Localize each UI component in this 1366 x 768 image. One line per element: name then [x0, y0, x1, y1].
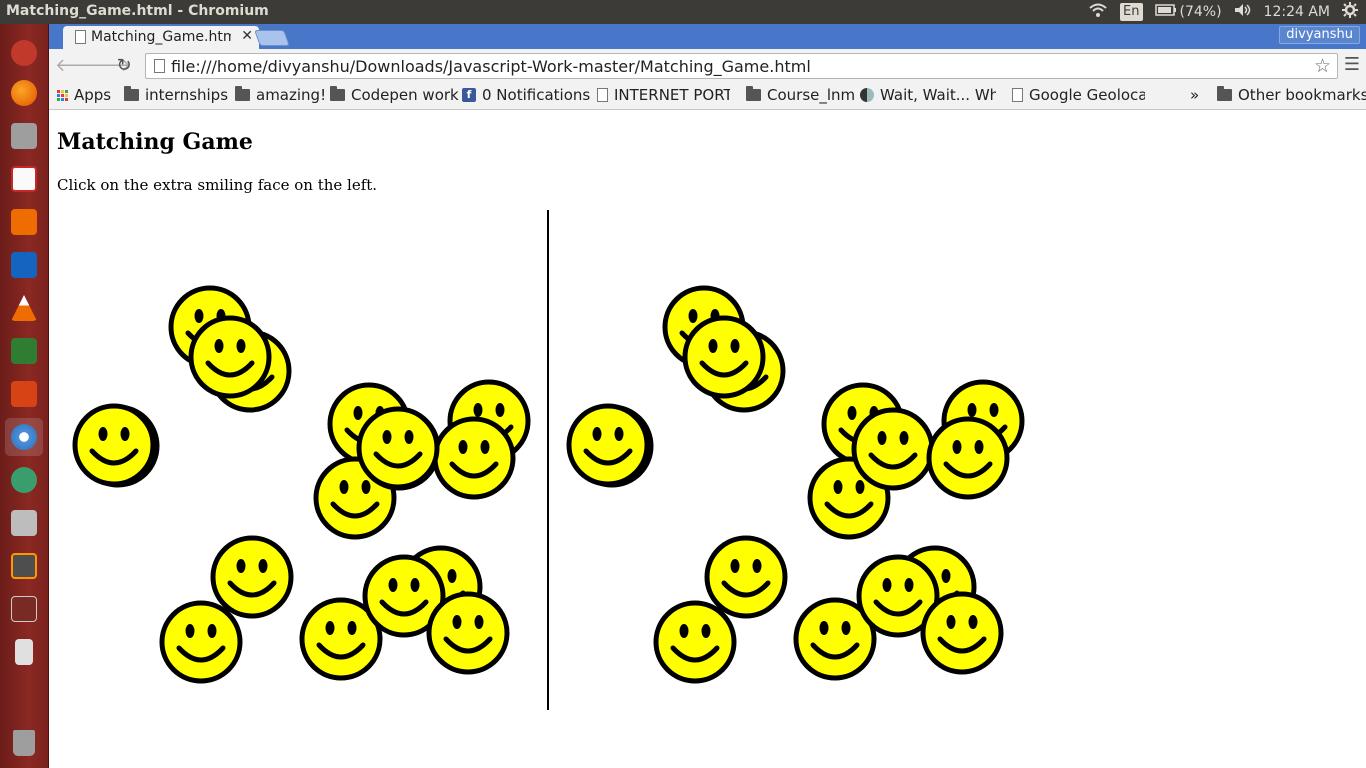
folder-icon [235, 86, 250, 101]
system-indicators: En (74%) 12:24 AM [1088, 2, 1358, 22]
right-side-panel [549, 210, 1049, 710]
page-title: Matching Game [57, 129, 253, 155]
bookmark-label: amazing! [256, 86, 327, 104]
smiley-face[interactable] [72, 403, 156, 487]
bookmark-wait-wait[interactable]: Wait, Wait... Wha [860, 86, 996, 104]
folder-icon [330, 86, 345, 101]
instructions: Click on the extra smiling face on the l… [57, 176, 378, 194]
text-editor-icon[interactable] [5, 160, 43, 198]
bookmark-label: Codepen work [351, 86, 459, 104]
back-arrow-icon[interactable]: 🡐 [55, 55, 103, 77]
smiley-face [682, 315, 766, 399]
new-tab-button[interactable] [254, 30, 290, 46]
address-bar[interactable]: file:///home/divyanshu/Downloads/Javascr… [145, 53, 1338, 79]
trash-icon[interactable] [5, 724, 43, 762]
window-title: Matching_Game.html - Chromium [6, 3, 269, 19]
clock[interactable]: 12:24 AM [1264, 4, 1330, 20]
smiley-face[interactable] [432, 416, 516, 500]
smiley-face[interactable] [188, 315, 272, 399]
smiley-face [653, 600, 737, 684]
site-icon [860, 88, 874, 102]
bookmark-codepen-work[interactable]: Codepen work [330, 86, 459, 104]
wifi-icon[interactable] [1088, 2, 1108, 22]
vlc-icon[interactable] [5, 289, 43, 327]
reload-icon[interactable]: ↻ [113, 55, 135, 77]
bookmarks-bar: Apps internships amazing! Codepen work f… [49, 82, 1366, 110]
smiley-face[interactable] [426, 591, 510, 675]
other-bookmarks[interactable]: Other bookmarks [1217, 86, 1366, 104]
folder-icon [746, 86, 761, 101]
battery-icon [1154, 4, 1177, 20]
page-icon [597, 88, 608, 102]
keyboard-layout-indicator[interactable]: En [1120, 3, 1143, 21]
bookmark-internships[interactable]: internships [124, 86, 228, 104]
bookmarks-overflow-chevron[interactable]: » [1190, 86, 1199, 104]
smiley-face [851, 407, 935, 491]
browser-toolbar: 🡐 🡒 ↻ file:///home/divyanshu/Downloads/J… [49, 49, 1366, 82]
left-side-panel [49, 210, 549, 710]
close-tab-icon[interactable]: ✕ [241, 28, 253, 44]
bookmark-label: Wait, Wait... Wha [880, 86, 996, 104]
bookmark-internet-portal[interactable]: INTERNET PORTA [597, 86, 730, 104]
bookmark-label: internships [145, 86, 229, 104]
bookmark-label: 0 Notifications [482, 86, 591, 104]
file-manager-icon[interactable] [5, 117, 43, 155]
page-icon [1012, 88, 1023, 102]
bookmark-course-lnm[interactable]: Course_lnm [746, 86, 855, 104]
bookmark-notifications[interactable]: f 0 Notifications [462, 86, 590, 104]
apps-grid-icon [57, 89, 68, 101]
firefox-icon[interactable] [5, 74, 43, 112]
bookmark-amazing[interactable]: amazing! [235, 86, 326, 104]
ubuntu-dash-icon[interactable] [5, 34, 43, 72]
battery-indicator[interactable]: (74%) [1154, 4, 1222, 20]
bookmark-star-icon[interactable]: ☆ [1314, 55, 1331, 77]
page-content: Matching Game Click on the extra smiling… [49, 110, 1366, 768]
bookmark-google-geolocation[interactable]: Google Geolocati [1012, 86, 1145, 104]
software-center-icon[interactable] [5, 203, 43, 241]
smiley-face [926, 416, 1010, 500]
bookmark-label: Course_lnm [767, 86, 856, 104]
document-icon [75, 30, 86, 44]
url-text: file:///home/divyanshu/Downloads/Javascr… [171, 57, 811, 76]
bookmark-label: Google Geolocati [1029, 86, 1145, 104]
chromium-icon[interactable] [5, 418, 43, 456]
facebook-icon: f [462, 88, 476, 102]
bookmark-apps[interactable]: Apps [57, 86, 111, 104]
volume-icon[interactable] [1234, 3, 1252, 21]
impress-icon[interactable] [5, 375, 43, 413]
sublime-text-icon[interactable] [5, 547, 43, 585]
forward-arrow-icon[interactable]: 🡒 [83, 55, 131, 77]
bookmark-label: Other bookmarks [1238, 86, 1366, 104]
browser-chrome: Matching_Game.html ✕ divyanshu 🡐 🡒 ↻ fil… [49, 24, 1366, 110]
profile-button[interactable]: divyanshu [1279, 26, 1360, 44]
bookmark-label: INTERNET PORTA [614, 86, 730, 104]
atom-icon[interactable] [5, 461, 43, 499]
system-top-bar: Matching_Game.html - Chromium En (74%) 1… [0, 0, 1366, 24]
battery-percent: (74%) [1179, 4, 1222, 20]
folder-icon [1217, 86, 1232, 101]
workspace-switcher-icon[interactable] [5, 590, 43, 628]
unity-launcher [0, 24, 49, 768]
calc-icon[interactable] [5, 332, 43, 370]
folder-icon [124, 86, 139, 101]
gear-icon[interactable] [1342, 2, 1358, 22]
tab-matching-game[interactable]: Matching_Game.html ✕ [63, 26, 259, 49]
smiley-face [920, 591, 1004, 675]
smiley-face [566, 403, 650, 487]
smiley-face[interactable] [159, 600, 243, 684]
writer-icon[interactable] [5, 246, 43, 284]
page-icon [154, 59, 165, 73]
tab-strip: Matching_Game.html ✕ divyanshu [49, 24, 1366, 49]
device-icon[interactable] [5, 633, 43, 671]
bookmark-label: Apps [74, 86, 112, 104]
audio-player-icon[interactable] [5, 504, 43, 542]
extra-smiley-face[interactable] [356, 406, 440, 490]
hamburger-menu-icon[interactable]: ☰ [1344, 54, 1360, 75]
tab-title: Matching_Game.html [91, 29, 231, 45]
